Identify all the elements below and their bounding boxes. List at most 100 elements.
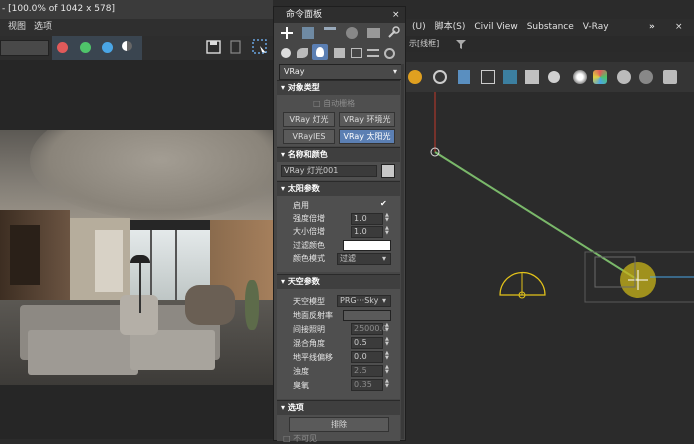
menu-item-civil-view[interactable]: Civil View	[474, 22, 517, 32]
intensity-input[interactable]: 1.0	[351, 213, 383, 225]
main-menubar: (U) 脚本(S) Civil View Substance V-Ray » ×	[403, 19, 694, 36]
indirect-label: 间接照明	[293, 325, 325, 334]
intensity-label: 强度倍增	[293, 214, 325, 223]
blend-angle-input[interactable]: 0.5	[351, 337, 383, 349]
utilities-wrench-icon[interactable]	[387, 26, 400, 39]
plane-icon[interactable]	[525, 70, 539, 84]
cameras-icon[interactable]	[334, 48, 345, 58]
ground-albedo-label: 地面反射率	[293, 311, 333, 320]
proxy-icon[interactable]	[481, 70, 495, 84]
hierarchy-tab-icon[interactable]	[324, 27, 336, 42]
viewport-label[interactable]: 示[线框]	[409, 39, 439, 48]
helpers-icon[interactable]	[351, 48, 362, 58]
sphere-icon[interactable]	[548, 71, 560, 83]
display-tab-icon[interactable]	[367, 28, 380, 38]
dome-light-icon[interactable]	[433, 70, 447, 84]
vrayies-button[interactable]: VRayIES	[283, 129, 335, 144]
object-type-header[interactable]: ▾ 对象类型	[277, 81, 400, 95]
light-category-dropdown[interactable]: VRay ▾	[279, 64, 403, 80]
render-channel-dropdown[interactable]	[0, 40, 49, 56]
green-channel-toggle[interactable]	[80, 42, 91, 53]
sun-parameters-header[interactable]: ▾ 太阳参数	[277, 182, 400, 196]
blend-angle-spinner[interactable]: ▲ ▼	[385, 337, 389, 347]
menu-item-substance[interactable]: Substance	[527, 22, 574, 32]
frame-window-menubar: 视图 选项	[0, 19, 273, 36]
sky-model-label: 天空模型	[293, 297, 325, 306]
chevron-down-icon: ▾	[382, 296, 387, 305]
palette-icon[interactable]	[593, 70, 607, 84]
sun-direction-line	[434, 151, 639, 281]
close-icon[interactable]: ×	[392, 7, 400, 23]
sky-parameters-rollout: ▾ 天空参数 天空模型 PRG···Sky ▾ 地面反射率 间接照明 25000.…	[277, 274, 400, 399]
vray-toolbar	[403, 62, 694, 92]
save-icon[interactable]	[206, 40, 222, 54]
sky-model-dropdown[interactable]: PRG···Sky ▾	[337, 295, 391, 307]
light-bulb-icon	[316, 47, 324, 57]
menu-item-script[interactable]: 脚本(S)	[435, 22, 466, 32]
ozone-input[interactable]: 0.35	[351, 379, 383, 391]
autogrid-checkbox[interactable]: □ 自动栅格	[313, 98, 355, 109]
object-name-input[interactable]: VRay 灯光001	[281, 165, 377, 177]
object-color-swatch[interactable]	[381, 164, 395, 178]
vray-light-icon[interactable]	[458, 70, 470, 84]
copy-icon[interactable]	[229, 40, 243, 54]
tex-icon[interactable]	[663, 70, 677, 84]
name-color-header[interactable]: ▾ 名称和颜色	[277, 148, 400, 162]
material-editor-icon[interactable]	[617, 70, 631, 84]
filter-color-swatch[interactable]	[343, 240, 391, 251]
sun-icon[interactable]	[408, 70, 422, 84]
turbidity-spinner[interactable]: ▲ ▼	[385, 365, 389, 375]
close-icon[interactable]: ×	[675, 19, 683, 36]
intensity-spinner[interactable]: ▲ ▼	[385, 213, 389, 223]
indirect-input[interactable]: 25000.0	[351, 323, 387, 335]
perspective-viewport[interactable]	[410, 92, 694, 439]
alpha-channel-icon[interactable]	[122, 41, 132, 51]
viewport-canvas	[430, 92, 694, 303]
systems-icon[interactable]	[384, 48, 395, 59]
menu-item-vray[interactable]: V-Ray	[583, 22, 609, 32]
vray-light-button[interactable]: VRay 灯光	[283, 112, 335, 127]
color-picker-icon[interactable]	[639, 70, 653, 84]
command-panel-scrollbar[interactable]	[401, 64, 404, 439]
horizon-offset-input[interactable]: 0.0	[351, 351, 383, 363]
frame-window-toolbar	[0, 36, 273, 61]
ozone-spinner[interactable]: ▲ ▼	[385, 379, 389, 389]
size-input[interactable]: 1.0	[351, 226, 383, 238]
sun-parameters-rollout: ▾ 太阳参数 启用 ✔ 强度倍增 1.0 ▲ ▼ 大小倍增 1.0 ▲ ▼ 过滤颜色…	[277, 181, 400, 272]
exclude-button[interactable]: 排除	[289, 417, 389, 432]
motion-tab-icon[interactable]	[346, 27, 358, 39]
size-spinner[interactable]: ▲ ▼	[385, 226, 389, 236]
menu-item-u[interactable]: (U)	[412, 22, 426, 32]
indirect-spinner[interactable]: ▲ ▼	[385, 323, 389, 333]
vray-sun-button[interactable]: VRay 太阳光	[339, 129, 395, 144]
command-panel-title: 命令面板	[286, 10, 323, 20]
color-mode-dropdown[interactable]: 过滤 ▾	[337, 253, 391, 265]
command-panel: 命令面板 × VRay ▾ ▾ 对象类型 □ 自动栅格 VRay 灯光 VRay…	[273, 6, 406, 443]
shapes-icon[interactable]	[297, 48, 308, 58]
region-render-icon[interactable]	[252, 39, 268, 55]
funnel-icon[interactable]	[456, 39, 466, 49]
fur-icon[interactable]	[503, 70, 517, 84]
enabled-label: 启用	[293, 201, 309, 210]
object-type-rollout: ▾ 对象类型 □ 自动栅格 VRay 灯光 VRay 环境光 VRayIES V…	[277, 80, 400, 146]
options-header[interactable]: ▾ 选项	[277, 401, 400, 415]
vray-ambient-light-button[interactable]: VRay 环境光	[339, 112, 395, 127]
create-tab-icon[interactable]	[280, 26, 294, 40]
turbidity-input[interactable]: 2.5	[351, 365, 383, 377]
enabled-checkbox[interactable]: ✔	[380, 200, 387, 208]
horizon-offset-spinner[interactable]: ▲ ▼	[385, 351, 389, 361]
ground-albedo-swatch[interactable]	[343, 310, 391, 321]
command-panel-titlebar[interactable]: 命令面板 ×	[274, 7, 405, 23]
size-label: 大小倍增	[293, 227, 325, 236]
menu-item-view[interactable]: 视图	[8, 22, 26, 32]
menu-more-icon[interactable]: »	[649, 19, 655, 36]
sky-parameters-header[interactable]: ▾ 天空参数	[277, 275, 400, 289]
menu-item-options[interactable]: 选项	[34, 22, 52, 32]
modify-tab-icon[interactable]	[302, 27, 314, 39]
spacewarps-icon[interactable]	[367, 49, 379, 57]
blend-angle-label: 混合角度	[293, 339, 325, 348]
material-sphere-icon[interactable]	[573, 70, 587, 84]
geometry-icon[interactable]	[281, 48, 291, 58]
red-channel-toggle[interactable]	[57, 42, 68, 53]
blue-channel-toggle[interactable]	[102, 42, 113, 53]
